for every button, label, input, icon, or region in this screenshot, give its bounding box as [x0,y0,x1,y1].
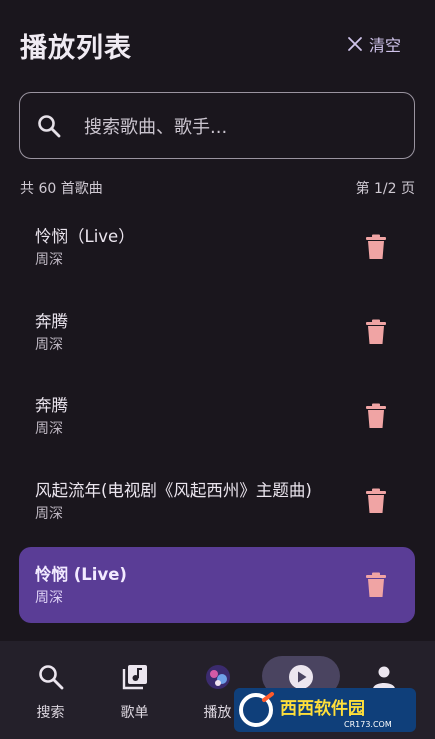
watermark-logo: 西西软件园 CR173.COM [234,688,416,732]
song-artist: 周深 [35,590,63,606]
search-icon [38,665,63,690]
page-title: 播放列表 [20,33,132,64]
delete-icon[interactable] [365,234,387,260]
page-indicator: 第 1/2 页 [355,181,415,197]
song-artist: 周深 [35,252,63,268]
nav-label: 搜索 [36,705,65,721]
song-artist: 周深 [35,336,63,353]
delete-icon[interactable] [365,488,387,514]
play-circle-icon [288,665,313,689]
clear-button[interactable]: 清空 [347,32,401,56]
song-item[interactable]: 怜悯（Live） 周深 [19,209,415,285]
delete-icon[interactable] [365,319,387,345]
song-artist: 周深 [35,421,63,437]
search-icon [38,114,61,137]
song-list: 怜悯（Live） 周深 奔腾 周深 奔腾 周深 风起流年(电视剧《风起西州》主题… [19,209,415,632]
song-title: 怜悯 (Live) [35,565,127,584]
search-input[interactable]: 搜索歌曲、歌手... [19,92,415,159]
song-item[interactable]: 奔腾 周深 [19,294,415,370]
person-icon [372,666,395,689]
song-item-active[interactable]: 怜悯 (Live) 周深 [19,547,415,623]
delete-icon[interactable] [365,572,387,598]
close-icon [348,37,362,51]
clear-label: 清空 [368,36,401,55]
bottom-navigation: 搜索 歌单 播放 西西软件园 CR173.COM [0,641,435,739]
nav-item-search[interactable]: 搜索 [7,641,94,739]
search-placeholder: 搜索歌曲、歌手... [84,116,228,138]
nav-label: 歌单 [120,705,149,721]
song-item[interactable]: 奔腾 周深 [19,378,415,454]
song-count: 共 60 首歌曲 [20,181,103,197]
svg-text:西西软件园: 西西软件园 [280,698,365,719]
delete-icon[interactable] [365,403,387,429]
song-title: 怜悯（Live） [35,227,135,246]
header: 播放列表 清空 [20,26,401,66]
album-art-icon [205,665,230,689]
song-item[interactable]: 风起流年(电视剧《风起西州》主题曲) 周深 [19,463,415,539]
song-title: 奔腾 [35,311,68,331]
song-title: 奔腾 [35,396,68,415]
song-artist: 周深 [35,505,63,522]
nav-item-playlists[interactable]: 歌单 [91,641,178,739]
music-library-icon [122,665,147,690]
song-title: 风起流年(电视剧《风起西州》主题曲) [35,480,312,500]
svg-text:CR173.COM: CR173.COM [344,720,392,729]
